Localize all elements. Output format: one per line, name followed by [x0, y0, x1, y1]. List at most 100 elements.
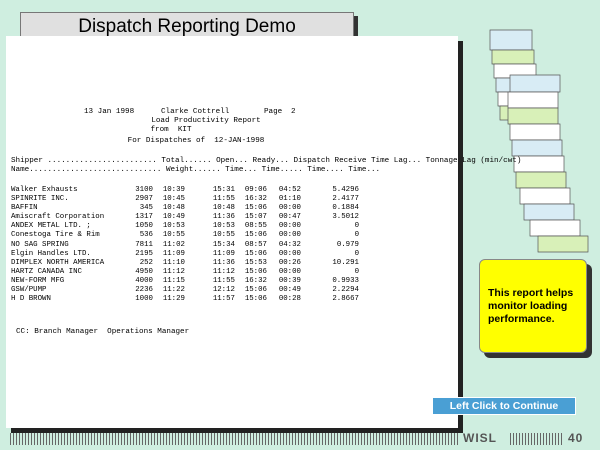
tonnage-lag: 0: [354, 249, 359, 258]
table-row: GSW/PUMP 2236 11:22 12:12 15:06 00:49 2.2294: [11, 286, 359, 295]
open-time: 11:12: [162, 267, 185, 276]
callout-note: This report helps monitor loading perfor…: [479, 259, 587, 353]
dispatch-time: 08:55: [244, 222, 267, 231]
footer-barcode-left: [10, 433, 458, 445]
ready-time: 10:48: [212, 204, 235, 213]
tonnage-lag: 2.2294: [332, 286, 359, 295]
open-time: 10:53: [162, 222, 185, 231]
report-title: Load Productivity Report: [151, 117, 261, 125]
report-page-number: 2: [291, 108, 296, 116]
tonnage-lag: 0: [354, 267, 359, 276]
tonnage-lag: 2.8667: [332, 295, 359, 304]
total-weight: 252: [139, 258, 153, 267]
tonnage-lag: 0: [354, 222, 359, 231]
tonnage-lag: 0: [354, 231, 359, 240]
table-row: H D BROWN 1000 11:29 11:57 15:06 00:28 2.8667: [11, 295, 359, 304]
ready-time: 11:12: [212, 267, 235, 276]
ready-time: 12:12: [212, 286, 235, 295]
total-weight: 1317: [135, 213, 153, 222]
dispatch-time: 15:53: [244, 258, 267, 267]
shipper-name: GSW/PUMP: [11, 286, 47, 295]
dispatch-time: 15:06: [244, 249, 267, 258]
report-page-label: Page: [264, 108, 283, 116]
table-row: NEW-FORM MFG 4000 11:15 11:55 16:32 00:39 0.99…: [11, 277, 359, 286]
open-time: 10:48: [162, 204, 185, 213]
shipper-name: Amiscraft Corporation: [11, 213, 105, 222]
total-weight: 2236: [135, 286, 153, 295]
cc-line: CC: Branch Manager Operations Manager: [16, 328, 190, 336]
time-lag: 04:32: [278, 240, 301, 249]
table-row: NO SAG SPRING 7811 11:02 15:34 08:57 04:32 0.9…: [11, 241, 359, 250]
shipper-name: NO SAG SPRING: [11, 240, 69, 249]
slide-number: 40: [568, 431, 584, 445]
table-row: ANDEX METAL LTD. ; 1050 10:53 10:53 08:55 00:…: [11, 222, 359, 231]
time-lag: 01:10: [278, 195, 301, 204]
total-weight: 2907: [135, 195, 153, 204]
total-weight: 4950: [135, 267, 153, 276]
dispatch-time: 09:06: [244, 186, 267, 194]
table-row: Elgin Handles LTD. 2195 11:09 11:09 15:06 00:…: [11, 250, 359, 259]
open-time: 10:55: [162, 231, 185, 240]
open-time: 10:39: [162, 186, 185, 194]
shipper-name: ANDEX METAL LTD. ;: [11, 222, 91, 231]
tonnage-lag: 10.291: [332, 258, 359, 267]
dispatch-time: 15:07: [244, 213, 267, 222]
ready-time: 11:55: [212, 195, 235, 204]
report-from: from KIT: [150, 126, 192, 134]
open-time: 11:02: [162, 240, 185, 249]
column-header-line-1: Shipper ........................ Total..…: [11, 157, 522, 165]
dispatch-time: 16:32: [244, 276, 267, 285]
continue-button[interactable]: Left Click to Continue: [432, 397, 576, 415]
ready-time: 15:34: [212, 240, 235, 249]
table-row: DIMPLEX NORTH AMERICA 252 11:10 11:36 15:53 0…: [11, 259, 359, 268]
footer-label: WISL: [463, 431, 497, 445]
ready-time: 10:53: [212, 222, 235, 231]
time-lag: 00:28: [278, 295, 301, 304]
time-lag: 00:00: [278, 249, 301, 258]
ready-time: 11:36: [212, 213, 235, 222]
total-weight: 7811: [135, 240, 153, 249]
time-lag: 00:00: [278, 231, 301, 240]
open-time: 11:10: [162, 258, 185, 267]
total-weight: 345: [139, 204, 153, 213]
shipper-name: NEW-FORM MFG: [11, 276, 65, 285]
tonnage-lag: 0.1884: [332, 204, 359, 213]
shipper-name: H D BROWN: [11, 295, 51, 304]
table-row: SPINRITE INC. 2907 10:45 11:55 16:32 01:10 2.4…: [11, 195, 359, 204]
total-weight: 1050: [135, 222, 153, 231]
shipper-name: Conestoga Tire & Rim: [11, 231, 100, 240]
dispatch-time: 16:32: [244, 195, 267, 204]
open-time: 11:15: [162, 276, 185, 285]
report-page: 13 Jan 1998 Clarke Cottrell Page 2 Load …: [6, 36, 521, 428]
total-weight: 536: [139, 231, 153, 240]
report-for: For Dispatches of 12-JAN-1998: [127, 137, 265, 145]
time-lag: 04:52: [278, 186, 301, 194]
time-lag: 00:00: [278, 222, 301, 231]
column-header-line-2: Name............................. Weight…: [11, 166, 381, 174]
shipper-name: SPINRITE INC.: [11, 195, 69, 204]
open-time: 11:22: [162, 286, 185, 295]
tonnage-lag: 2.4177: [332, 195, 359, 204]
time-lag: 00:00: [278, 204, 301, 213]
footer-barcode-right: [510, 433, 562, 445]
time-lag: 00:49: [278, 286, 301, 295]
total-weight: 3100: [135, 186, 153, 194]
shipper-name: DIMPLEX NORTH AMERICA: [11, 258, 105, 267]
report-date: 13 Jan 1998: [84, 108, 135, 116]
tonnage-lag: 0.979: [336, 240, 359, 249]
open-time: 10:45: [162, 195, 185, 204]
table-row: Conestoga Tire & Rim 536 10:55 10:55 15:06 00…: [11, 231, 359, 240]
ready-time: 11:55: [212, 276, 235, 285]
open-time: 11:29: [162, 295, 185, 304]
time-lag: 00:47: [278, 213, 301, 222]
total-weight: 1000: [135, 295, 153, 304]
dispatch-time: 08:57: [244, 240, 267, 249]
time-lag: 00:39: [278, 276, 301, 285]
shipper-name: Elgin Handles LTD.: [11, 249, 91, 258]
shipper-name: HARTZ CANADA INC: [11, 267, 82, 276]
table-row: Amiscraft Corporation 1317 10:49 11:36 15:07…: [11, 213, 359, 222]
open-time: 11:09: [162, 249, 185, 258]
total-weight: 2195: [135, 249, 153, 258]
open-time: 10:49: [162, 213, 185, 222]
paper-stack-graphic: [489, 29, 589, 253]
